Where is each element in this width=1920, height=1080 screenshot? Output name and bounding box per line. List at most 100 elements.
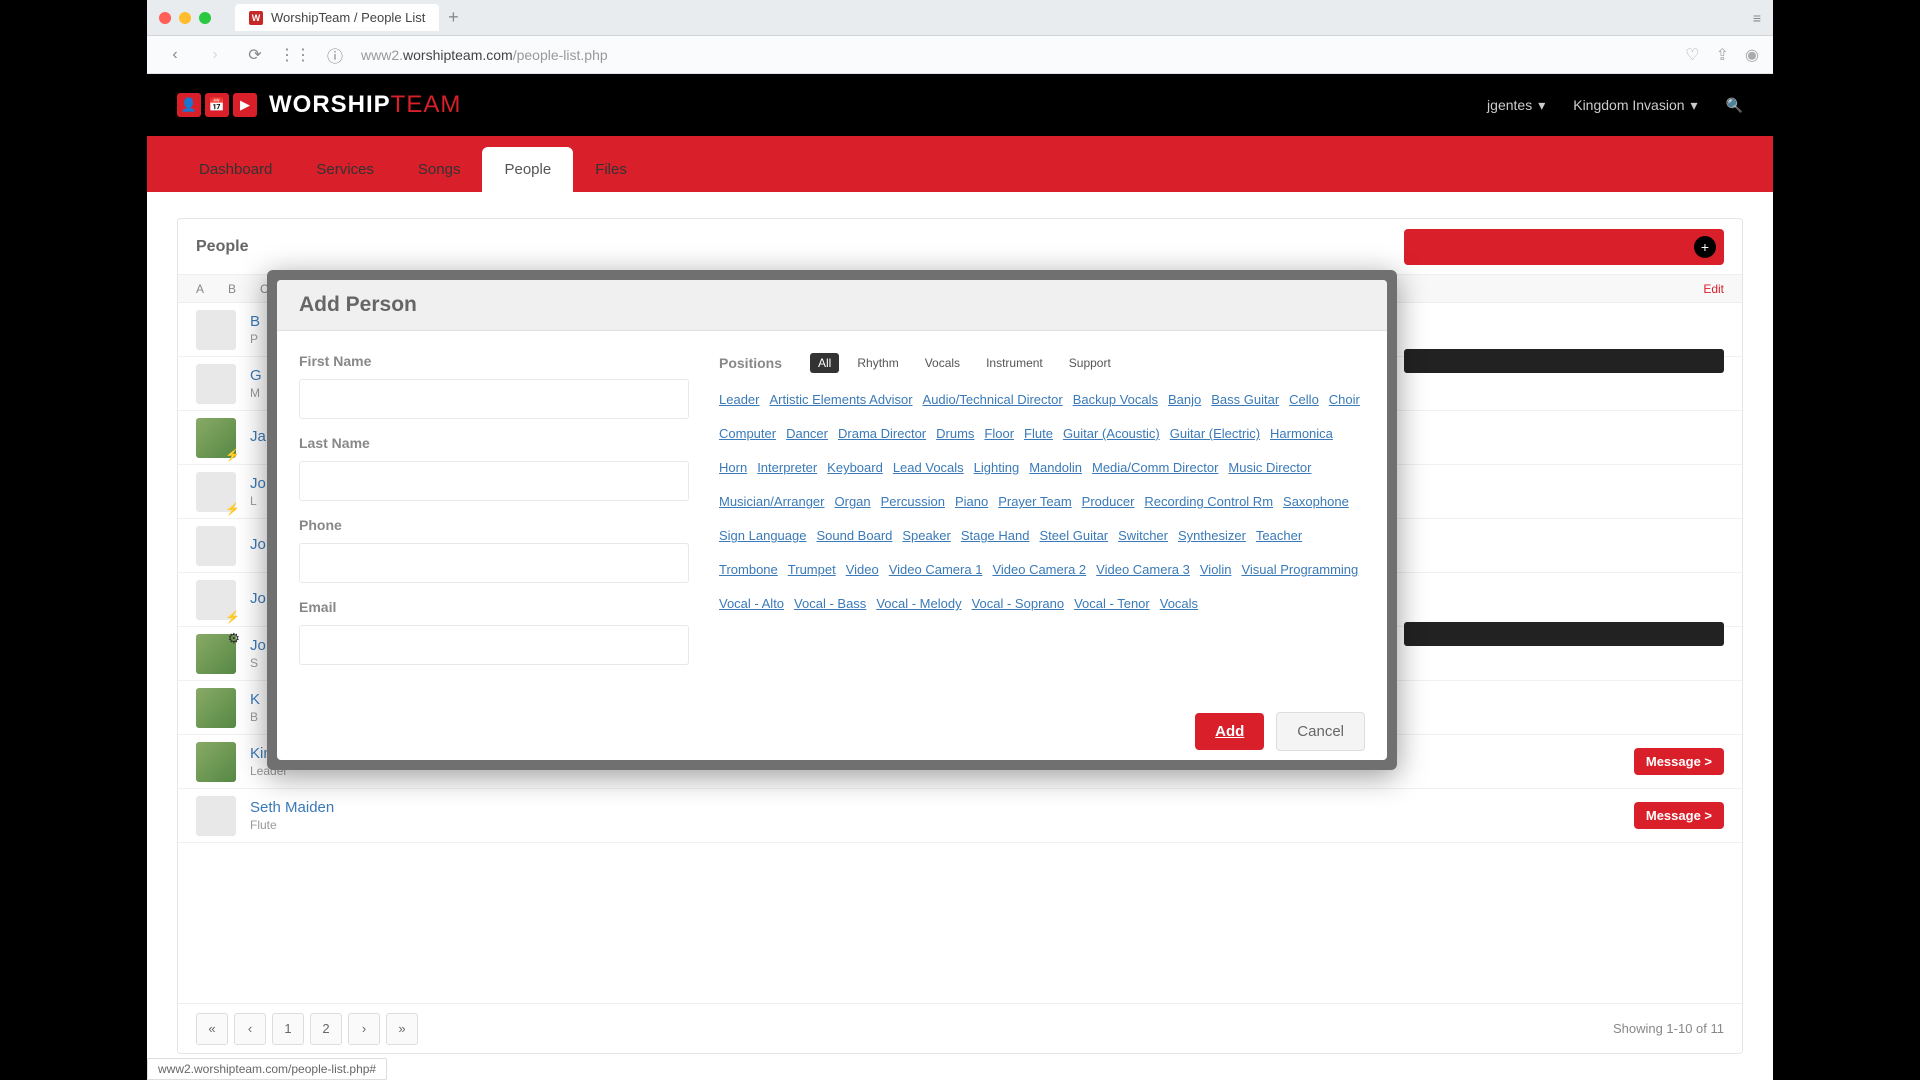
position-tag[interactable]: Organ — [835, 489, 871, 515]
position-tag[interactable]: Backup Vocals — [1073, 387, 1158, 413]
minimize-window-icon[interactable] — [179, 12, 191, 24]
position-tag[interactable]: Vocals — [1160, 591, 1198, 617]
cancel-button[interactable]: Cancel — [1276, 712, 1365, 751]
position-tag[interactable]: Synthesizer — [1178, 523, 1246, 549]
position-tag[interactable]: Cello — [1289, 387, 1319, 413]
add-button[interactable]: Add — [1195, 713, 1264, 750]
position-tag[interactable]: Keyboard — [827, 455, 883, 481]
position-tag[interactable]: Guitar (Acoustic) — [1063, 421, 1160, 447]
filter-chip-all[interactable]: All — [810, 353, 839, 373]
edit-link[interactable]: Edit — [1703, 282, 1724, 296]
position-tag[interactable]: Horn — [719, 455, 747, 481]
position-tag[interactable]: Musician/Arranger — [719, 489, 825, 515]
apps-icon[interactable]: ⋮⋮ — [281, 41, 309, 69]
add-person-button[interactable]: + — [1404, 229, 1724, 265]
share-icon[interactable]: ⇪ — [1716, 45, 1729, 65]
position-tag[interactable]: Dancer — [786, 421, 828, 447]
position-tag[interactable]: Video Camera 1 — [889, 557, 983, 583]
last-name-input[interactable] — [299, 461, 689, 501]
position-tag[interactable]: Teacher — [1256, 523, 1302, 549]
position-tag[interactable]: Banjo — [1168, 387, 1201, 413]
position-tag[interactable]: Video — [846, 557, 879, 583]
position-tag[interactable]: Drama Director — [838, 421, 926, 447]
message-button[interactable]: Message > — [1634, 748, 1724, 775]
browser-tab[interactable]: W WorshipTeam / People List — [235, 4, 439, 31]
filter-chip-vocals[interactable]: Vocals — [917, 353, 968, 373]
account-icon[interactable]: ◉ — [1745, 45, 1759, 65]
first-name-input[interactable] — [299, 379, 689, 419]
reload-button[interactable]: ⟳ — [241, 41, 269, 69]
position-tag[interactable]: Vocal - Soprano — [972, 591, 1065, 617]
nav-tab-dashboard[interactable]: Dashboard — [177, 147, 294, 192]
position-tag[interactable]: Vocal - Tenor — [1074, 591, 1150, 617]
position-tag[interactable]: Computer — [719, 421, 776, 447]
nav-tab-people[interactable]: People — [482, 147, 573, 192]
position-tag[interactable]: Vocal - Alto — [719, 591, 784, 617]
position-tag[interactable]: Interpreter — [757, 455, 817, 481]
email-input[interactable] — [299, 625, 689, 665]
position-tag[interactable]: Floor — [984, 421, 1014, 447]
favorite-icon[interactable]: ♡ — [1685, 45, 1699, 65]
position-tag[interactable]: Switcher — [1118, 523, 1168, 549]
position-tag[interactable]: Trumpet — [788, 557, 836, 583]
page-button[interactable]: » — [386, 1013, 418, 1045]
new-tab-button[interactable]: + — [439, 4, 467, 32]
org-menu[interactable]: Kingdom Invasion▾ — [1573, 97, 1697, 114]
position-tag[interactable]: Video Camera 2 — [992, 557, 1086, 583]
filter-chip-instrument[interactable]: Instrument — [978, 353, 1051, 373]
position-tag[interactable]: Video Camera 3 — [1096, 557, 1190, 583]
nav-tab-files[interactable]: Files — [573, 147, 649, 192]
position-tag[interactable]: Saxophone — [1283, 489, 1349, 515]
page-button[interactable]: › — [348, 1013, 380, 1045]
position-tag[interactable]: Bass Guitar — [1211, 387, 1279, 413]
position-tag[interactable]: Harmonica — [1270, 421, 1333, 447]
position-tag[interactable]: Violin — [1200, 557, 1232, 583]
page-button[interactable]: 1 — [272, 1013, 304, 1045]
position-tag[interactable]: Piano — [955, 489, 988, 515]
page-button[interactable]: ‹ — [234, 1013, 266, 1045]
position-tag[interactable]: Sign Language — [719, 523, 806, 549]
address-field[interactable]: www2.worshipteam.com/people-list.php — [361, 47, 1673, 63]
position-tag[interactable]: Lead Vocals — [893, 455, 964, 481]
position-tag[interactable]: Guitar (Electric) — [1170, 421, 1260, 447]
page-button[interactable]: 2 — [310, 1013, 342, 1045]
position-tag[interactable]: Stage Hand — [961, 523, 1030, 549]
tabs-menu-icon[interactable]: ≡ — [1753, 10, 1761, 26]
position-tag[interactable]: Sound Board — [816, 523, 892, 549]
position-tag[interactable]: Leader — [719, 387, 759, 413]
maximize-window-icon[interactable] — [199, 12, 211, 24]
user-menu[interactable]: jgentes▾ — [1487, 97, 1545, 114]
back-button[interactable]: ‹ — [161, 41, 189, 69]
position-tag[interactable]: Percussion — [881, 489, 945, 515]
filter-chip-rhythm[interactable]: Rhythm — [849, 353, 906, 373]
position-tag[interactable]: Choir — [1329, 387, 1360, 413]
page-button[interactable]: « — [196, 1013, 228, 1045]
nav-tab-services[interactable]: Services — [294, 147, 396, 192]
search-icon[interactable]: 🔍 — [1726, 97, 1743, 114]
position-tag[interactable]: Media/Comm Director — [1092, 455, 1218, 481]
message-button[interactable]: Message > — [1634, 802, 1724, 829]
position-tag[interactable]: Vocal - Melody — [876, 591, 961, 617]
forward-button[interactable]: › — [201, 41, 229, 69]
position-tag[interactable]: Flute — [1024, 421, 1053, 447]
close-window-icon[interactable] — [159, 12, 171, 24]
position-tag[interactable]: Prayer Team — [998, 489, 1071, 515]
filter-chip-support[interactable]: Support — [1061, 353, 1119, 373]
person-row[interactable]: Seth MaidenFluteMessage > — [178, 789, 1742, 843]
position-tag[interactable]: Producer — [1082, 489, 1135, 515]
position-tag[interactable]: Speaker — [902, 523, 950, 549]
position-tag[interactable]: Artistic Elements Advisor — [769, 387, 912, 413]
site-info-icon[interactable]: ⓘ — [321, 41, 349, 69]
position-tag[interactable]: Drums — [936, 421, 974, 447]
position-tag[interactable]: Recording Control Rm — [1144, 489, 1273, 515]
phone-input[interactable] — [299, 543, 689, 583]
logo[interactable]: 👤 📅 ▶ WORSHIPTEAM — [177, 91, 461, 119]
position-tag[interactable]: Trombone — [719, 557, 778, 583]
alpha-B[interactable]: B — [228, 282, 236, 296]
position-tag[interactable]: Visual Programming — [1241, 557, 1358, 583]
position-tag[interactable]: Mandolin — [1029, 455, 1082, 481]
nav-tab-songs[interactable]: Songs — [396, 147, 483, 192]
position-tag[interactable]: Steel Guitar — [1039, 523, 1108, 549]
position-tag[interactable]: Music Director — [1228, 455, 1311, 481]
position-tag[interactable]: Audio/Technical Director — [923, 387, 1063, 413]
